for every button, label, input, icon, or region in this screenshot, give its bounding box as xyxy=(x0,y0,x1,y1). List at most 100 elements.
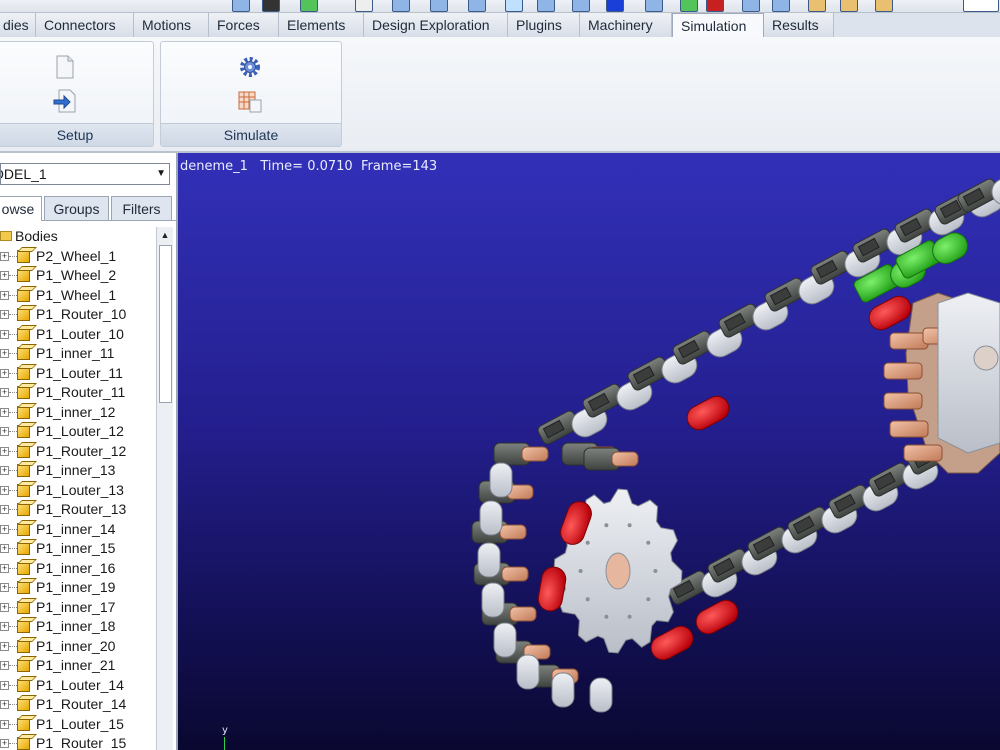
tab-connectors[interactable]: Connectors xyxy=(36,13,134,37)
tree-item-label: P1_Louter_15 xyxy=(36,715,124,732)
toolbar-icon[interactable] xyxy=(772,0,790,12)
tree-item-label: P1_inner_18 xyxy=(36,618,116,634)
scroll-up-icon[interactable]: ▲ xyxy=(157,227,173,243)
body-icon xyxy=(17,600,30,614)
expand-icon[interactable]: + xyxy=(0,680,9,690)
increment-field[interactable] xyxy=(963,0,999,12)
tree-connector xyxy=(9,548,17,549)
body-icon xyxy=(17,659,30,672)
expand-icon[interactable]: + xyxy=(0,544,9,553)
tree-connector xyxy=(9,684,17,686)
expand-icon[interactable]: + xyxy=(0,485,9,495)
chain-drive-model[interactable] xyxy=(178,153,1000,750)
expand-icon[interactable]: + xyxy=(0,719,9,729)
expand-icon[interactable]: + xyxy=(0,700,9,709)
toolbar-icon[interactable] xyxy=(606,0,624,12)
expand-icon[interactable]: + xyxy=(0,583,9,592)
expand-icon[interactable]: + xyxy=(0,251,9,261)
expand-icon[interactable]: + xyxy=(0,466,9,475)
body-icon xyxy=(17,288,30,302)
tab-machinery[interactable]: Machinery xyxy=(580,13,672,37)
tab-elements[interactable]: Elements xyxy=(279,13,364,37)
toolbar-icon[interactable] xyxy=(572,0,590,12)
toolbar-icon[interactable] xyxy=(392,0,410,12)
highlighted-link-red[interactable] xyxy=(692,596,742,638)
expand-icon[interactable]: + xyxy=(0,446,9,456)
tab-filters[interactable]: Filters xyxy=(111,196,172,220)
body-icon xyxy=(17,444,30,458)
toolbar-icon[interactable] xyxy=(430,0,448,12)
expand-icon[interactable]: + xyxy=(0,368,9,378)
expand-icon[interactable]: + xyxy=(0,661,9,670)
tree-item-label: P1_inner_13 xyxy=(36,462,116,478)
tree-root-label: Bodies xyxy=(15,228,58,244)
expand-icon[interactable]: + xyxy=(0,563,9,573)
tab-simulation[interactable]: Simulation xyxy=(672,13,764,38)
toolbar-icon[interactable] xyxy=(840,0,858,12)
expand-icon[interactable]: + xyxy=(0,271,9,280)
tree-item-label: P1_Wheel_1 xyxy=(36,286,117,303)
graphics-viewport[interactable]: deneme_1 Time= 0.0710 Frame=143 y xyxy=(178,153,1000,750)
tab-results[interactable]: Results xyxy=(764,13,834,37)
expand-icon[interactable]: + xyxy=(0,524,9,534)
toolbar-icon[interactable] xyxy=(680,0,698,12)
model-select[interactable]: ODEL_1 ▼ xyxy=(0,163,170,185)
gear-icon[interactable] xyxy=(237,54,263,80)
setup-group: Setup xyxy=(0,41,154,147)
expand-icon[interactable]: + xyxy=(0,427,9,436)
tree-connector xyxy=(9,294,17,296)
expand-icon[interactable]: + xyxy=(0,310,9,319)
toolbar-icon[interactable] xyxy=(706,0,724,12)
expand-icon[interactable]: + xyxy=(0,739,9,748)
ribbon-panel: Setup Simulate xyxy=(0,37,1000,153)
pointer-icon[interactable] xyxy=(355,0,373,12)
toolbar-icon[interactable] xyxy=(232,0,250,12)
toolbar-icon[interactable] xyxy=(505,0,523,12)
axis-triad xyxy=(224,737,225,750)
table-icon[interactable] xyxy=(237,88,263,114)
tab-bodies[interactable]: dies xyxy=(0,13,36,37)
body-icon xyxy=(17,503,30,516)
tree-item-label: P1_Router_14 xyxy=(36,696,127,712)
expand-icon[interactable]: + xyxy=(0,329,9,339)
expand-icon[interactable]: + xyxy=(0,388,9,397)
document-icon[interactable] xyxy=(52,54,78,80)
tree-item-label: P1_Router_13 xyxy=(36,501,127,517)
chevron-down-icon[interactable]: ▼ xyxy=(156,164,166,184)
toolbar-icon[interactable] xyxy=(645,0,663,12)
simulate-group-label: Simulate xyxy=(161,123,341,146)
body-icon xyxy=(17,464,30,477)
tree-connector xyxy=(9,567,17,569)
tree-item-label: P1_Louter_12 xyxy=(36,423,124,439)
tab-forces[interactable]: Forces xyxy=(209,13,279,37)
tab-motions[interactable]: Motions xyxy=(134,13,209,37)
increment-icon[interactable] xyxy=(875,0,893,12)
highlighted-link-red[interactable] xyxy=(647,622,697,664)
tree-scrollbar[interactable]: ▲ xyxy=(156,227,173,750)
tab-design-exploration[interactable]: Design Exploration xyxy=(364,13,508,37)
tree-item-label: P1_inner_15 xyxy=(36,540,116,556)
toolbar-icon[interactable] xyxy=(262,0,280,12)
expand-icon[interactable]: + xyxy=(0,641,9,651)
toolbar-icon[interactable] xyxy=(808,0,826,12)
expand-icon[interactable]: + xyxy=(0,290,9,300)
tree-connector xyxy=(9,411,17,413)
expand-icon[interactable]: + xyxy=(0,407,9,417)
import-arrow-icon[interactable] xyxy=(52,88,78,114)
tab-plugins[interactable]: Plugins xyxy=(508,13,580,37)
tree-item-label: P1_Louter_10 xyxy=(36,325,124,342)
front-sprocket[interactable] xyxy=(471,442,683,713)
toolbar-icon[interactable] xyxy=(537,0,555,12)
tab-groups[interactable]: Groups xyxy=(44,196,109,220)
tab-browse[interactable]: owse xyxy=(0,196,42,221)
expand-icon[interactable]: + xyxy=(0,622,9,631)
toolbar-icon[interactable] xyxy=(742,0,760,12)
toolbar-icon[interactable] xyxy=(468,0,486,12)
expand-icon[interactable]: + xyxy=(0,602,9,612)
toolbar-icon[interactable] xyxy=(300,0,318,12)
expand-icon[interactable]: + xyxy=(0,349,9,358)
browser-tab-bar: owse Groups Filters xyxy=(0,194,176,221)
expand-icon[interactable]: + xyxy=(0,505,9,514)
scroll-thumb[interactable] xyxy=(159,245,172,403)
highlighted-link-red[interactable] xyxy=(683,392,733,434)
